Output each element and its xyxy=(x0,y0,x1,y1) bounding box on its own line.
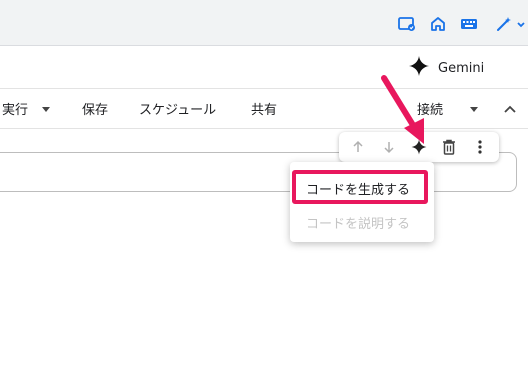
menu-schedule[interactable]: スケジュール xyxy=(139,99,216,118)
cell-toolbar xyxy=(339,132,499,162)
chevron-up-icon[interactable] xyxy=(502,101,518,115)
gemini-context-menu: コードを生成する コードを説明する xyxy=(290,162,434,242)
arrow-down-icon[interactable] xyxy=(378,136,400,158)
home-icon[interactable] xyxy=(430,16,448,32)
notebook-menu-bar: 実行 保存 スケジュール 共有 接続 xyxy=(0,89,528,129)
trash-icon[interactable] xyxy=(438,136,460,158)
connect-caret-down-icon[interactable] xyxy=(470,107,478,112)
menu-run[interactable]: 実行 xyxy=(2,99,28,118)
menu-connect[interactable]: 接続 xyxy=(417,99,443,118)
cast-icon[interactable] xyxy=(398,16,416,32)
arrow-up-icon[interactable] xyxy=(347,136,369,158)
menu-share[interactable]: 共有 xyxy=(251,99,277,118)
keyboard-icon[interactable] xyxy=(460,16,478,32)
gemini-button[interactable]: Gemini xyxy=(408,54,484,82)
magic-wand-icon[interactable] xyxy=(496,16,528,32)
explain-code-item: コードを説明する xyxy=(306,216,411,232)
gemini-sparkle-icon xyxy=(408,55,430,81)
menu-save[interactable]: 保存 xyxy=(82,99,108,118)
gemini-bar: Gemini xyxy=(0,47,528,89)
top-app-bar xyxy=(0,0,528,46)
sparkle-icon[interactable] xyxy=(408,136,430,158)
run-caret-down-icon[interactable] xyxy=(42,107,50,112)
generate-code-item[interactable]: コードを生成する xyxy=(290,171,434,205)
gemini-label: Gemini xyxy=(438,60,485,76)
more-vert-icon[interactable] xyxy=(469,136,491,158)
